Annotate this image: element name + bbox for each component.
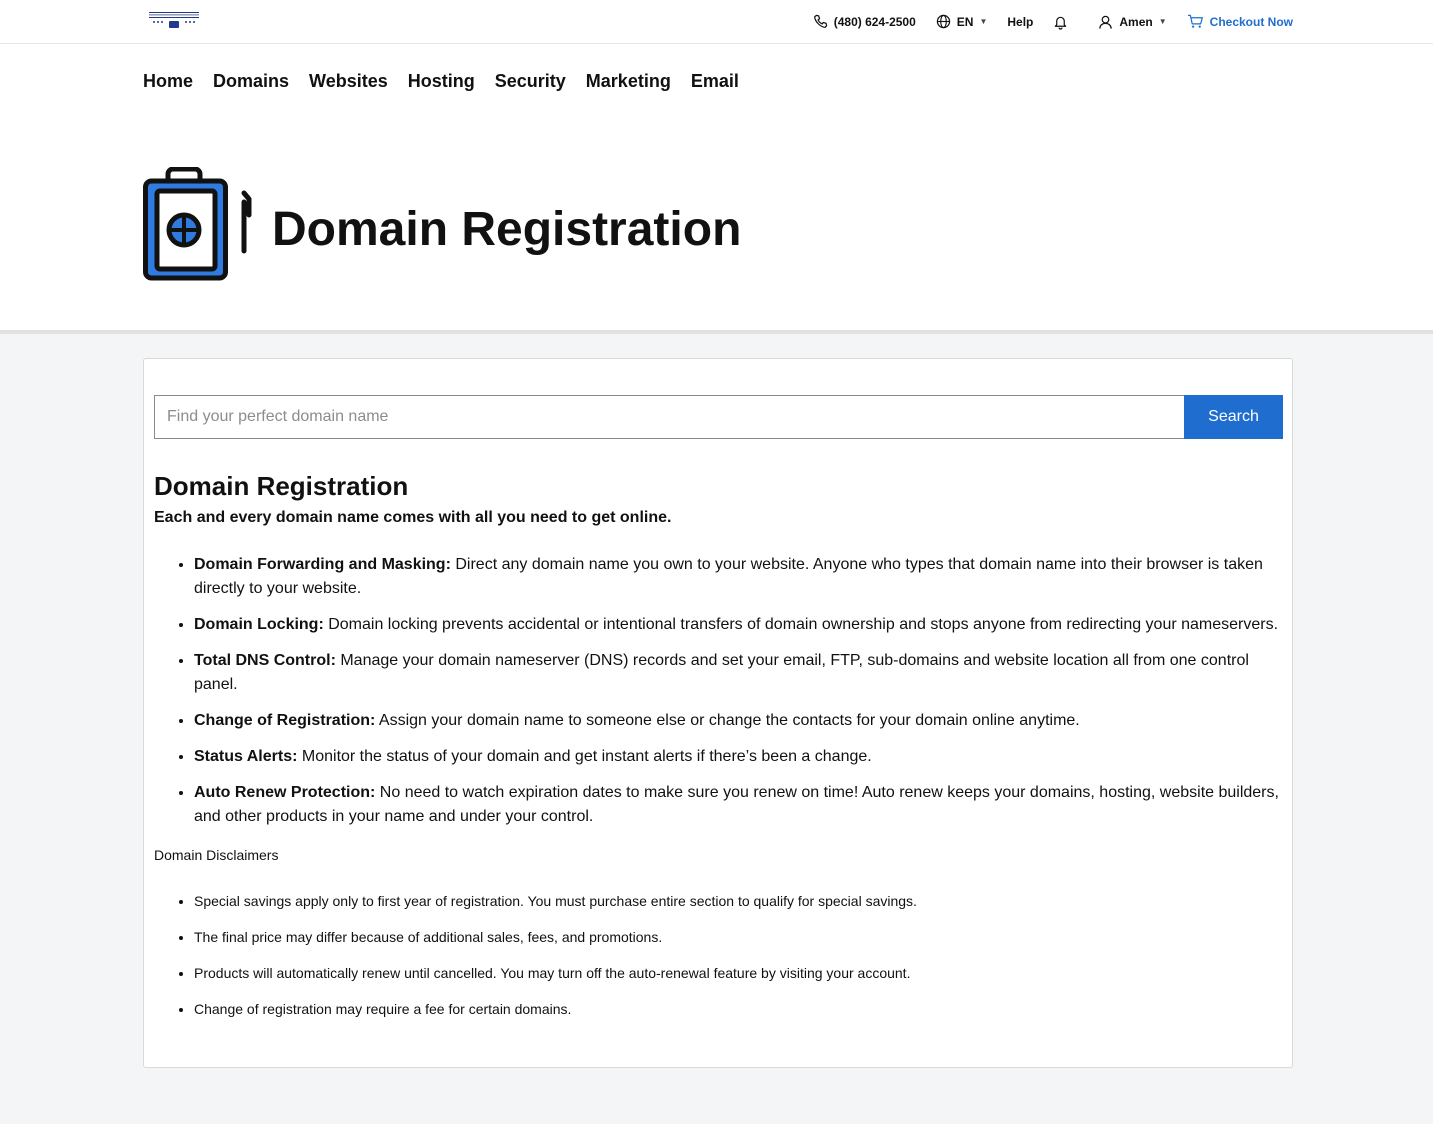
checkout-label: Checkout Now	[1209, 14, 1293, 29]
feature-title: Status Alerts:	[194, 748, 298, 765]
bell-icon	[1053, 14, 1068, 30]
nav-websites[interactable]: Websites	[309, 70, 388, 92]
disclaimer-item: Products will automatically renew until …	[194, 963, 1284, 983]
section-subtitle: Each and every domain name comes with al…	[154, 509, 672, 526]
domain-search-bar: Search	[154, 395, 1283, 440]
feature-title: Total DNS Control:	[194, 652, 336, 669]
feature-title: Change of Registration:	[194, 712, 376, 729]
nav-security[interactable]: Security	[495, 70, 566, 92]
checkout-link[interactable]: Checkout Now	[1187, 14, 1293, 29]
nav-hosting[interactable]: Hosting	[408, 70, 475, 92]
phone-number: (480) 624-2500	[833, 14, 916, 29]
site-logo[interactable]	[146, 11, 202, 31]
feature-item: Domain Forwarding and Masking: Direct an…	[194, 553, 1284, 601]
domain-info-card: Search Domain Registration Each and ever…	[143, 358, 1293, 1068]
domain-search-input[interactable]	[154, 395, 1184, 439]
feature-title: Auto Renew Protection:	[194, 784, 376, 801]
utility-nav: (480) 624-2500 EN ▼ Help Amen ▼ Checkout…	[793, 0, 1293, 43]
feature-text: Monitor the status of your domain and ge…	[297, 748, 872, 765]
help-link[interactable]: Help	[1007, 15, 1033, 29]
chevron-down-icon: ▼	[1158, 17, 1167, 26]
feature-list: Domain Forwarding and Masking: Direct an…	[154, 553, 1284, 829]
domain-registration-icon	[143, 167, 252, 281]
language-selector[interactable]: EN ▼	[936, 14, 988, 29]
feature-title: Domain Locking:	[194, 616, 324, 633]
phone-link[interactable]: (480) 624-2500	[813, 14, 916, 29]
page-header: Home Domains Websites Hosting Security M…	[0, 44, 1433, 330]
feature-title: Domain Forwarding and Masking:	[194, 556, 451, 573]
feature-item: Total DNS Control: Manage your domain na…	[194, 649, 1284, 697]
phone-icon	[813, 14, 828, 29]
feature-item: Domain Locking: Domain locking prevents …	[194, 613, 1284, 637]
feature-item: Status Alerts: Monitor the status of you…	[194, 745, 1284, 769]
disclaimer-item: Change of registration may require a fee…	[194, 999, 1284, 1019]
feature-text: Assign your domain name to someone else …	[375, 712, 1080, 729]
feature-text: Domain locking prevents accidental or in…	[323, 616, 1279, 633]
section-heading: Domain Registration	[154, 471, 409, 501]
header-divider	[0, 330, 1433, 334]
page-title: Domain Registration	[272, 203, 742, 256]
feature-item: Auto Renew Protection: No need to watch …	[194, 781, 1284, 829]
account-menu[interactable]: Amen ▼	[1098, 14, 1167, 30]
account-name: Amen	[1119, 14, 1153, 29]
nav-domains[interactable]: Domains	[213, 70, 289, 92]
nav-email[interactable]: Email	[691, 70, 739, 92]
language-label: EN	[956, 14, 974, 29]
top-utility-bar: (480) 624-2500 EN ▼ Help Amen ▼ Checkout…	[0, 0, 1433, 44]
domain-info-content: Domain Registration Each and every domai…	[154, 469, 1284, 1035]
disclaimer-list: Special savings apply only to first year…	[154, 891, 1284, 1019]
globe-icon	[936, 14, 951, 29]
disclaimer-item: Special savings apply only to first year…	[194, 891, 1284, 911]
help-label: Help	[1007, 14, 1034, 29]
notifications-button[interactable]	[1053, 14, 1068, 30]
user-icon	[1098, 14, 1113, 30]
feature-text: Manage your domain nameserver (DNS) reco…	[194, 652, 1249, 693]
chevron-down-icon: ▼	[979, 17, 988, 26]
search-button[interactable]: Search	[1184, 395, 1283, 439]
feature-item: Change of Registration: Assign your doma…	[194, 709, 1284, 733]
nav-home[interactable]: Home	[143, 70, 193, 92]
nav-marketing[interactable]: Marketing	[586, 70, 671, 92]
disclaimer-item: The final price may differ because of ad…	[194, 927, 1284, 947]
main-nav: Home Domains Websites Hosting Security M…	[143, 70, 759, 92]
disclaimers-title: Domain Disclaimers	[154, 847, 279, 863]
cart-icon	[1187, 14, 1204, 29]
